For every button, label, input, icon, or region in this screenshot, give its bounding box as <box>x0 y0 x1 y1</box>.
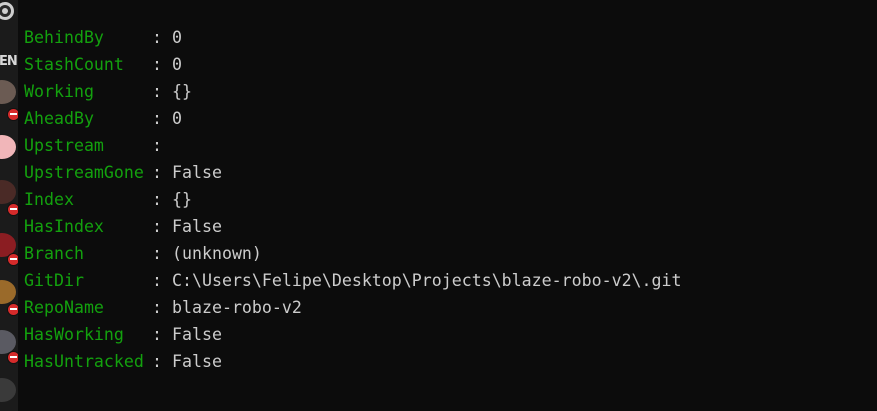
property-key: HasWorking <box>24 325 124 344</box>
property-separator: : <box>152 244 162 263</box>
property-row: AheadBy:0 <box>24 105 682 132</box>
settings-gear-icon[interactable] <box>0 2 14 20</box>
avatar-gold-icon[interactable] <box>0 280 16 304</box>
property-row: Upstream: <box>24 132 682 159</box>
taskbar-strip: EN <box>0 0 18 411</box>
property-row: UpstreamGone: False <box>24 159 682 186</box>
property-value: 0 <box>172 28 182 47</box>
property-value: C:\Users\Felipe\Desktop\Projects\blaze-r… <box>172 271 682 290</box>
property-row: Branch: (unknown) <box>24 240 682 267</box>
property-key: HasIndex <box>24 217 104 236</box>
property-value: 0 <box>172 109 182 128</box>
avatar-dark-icon[interactable] <box>0 80 16 104</box>
property-value: False <box>172 352 222 371</box>
property-value: False <box>172 163 222 182</box>
terminal-output[interactable]: BehindBy:0 StashCount:0 Working:{} AheadBy:… <box>24 24 682 375</box>
property-value: False <box>172 217 222 236</box>
property-key: Upstream <box>24 136 104 155</box>
property-value: blaze-robo-v2 <box>172 298 302 317</box>
property-separator: : <box>152 271 162 290</box>
avatar-pink-icon[interactable] <box>0 135 16 159</box>
property-separator: : <box>152 109 162 128</box>
property-row: StashCount:0 <box>24 51 682 78</box>
property-key: StashCount <box>24 55 124 74</box>
badge-icon <box>7 253 18 266</box>
property-value: 0 <box>172 55 182 74</box>
property-row: RepoName: blaze-robo-v2 <box>24 294 682 321</box>
property-value: False <box>172 325 222 344</box>
property-separator: : <box>152 136 162 155</box>
property-value: {} <box>172 190 192 209</box>
property-separator: : <box>152 298 162 317</box>
badge-icon <box>7 203 18 216</box>
property-row: GitDir: C:\Users\Felipe\Desktop\Projects\… <box>24 267 682 294</box>
property-separator: : <box>152 82 162 101</box>
property-row: HasIndex: False <box>24 213 682 240</box>
property-separator: : <box>152 190 162 209</box>
property-value: {} <box>172 82 192 101</box>
property-row: Index: {} <box>24 186 682 213</box>
avatar-dark2-icon[interactable] <box>0 378 16 402</box>
property-key: Index <box>24 190 74 209</box>
property-row: Working: {} <box>24 78 682 105</box>
property-separator: : <box>152 55 162 74</box>
property-separator: : <box>152 352 162 371</box>
property-separator: : <box>152 28 162 47</box>
property-key: UpstreamGone <box>24 163 144 182</box>
property-row: HasWorking: False <box>24 321 682 348</box>
property-key: BehindBy <box>24 28 104 47</box>
property-row: HasUntracked: False <box>24 348 682 375</box>
badge-icon <box>7 108 18 121</box>
property-separator: : <box>152 325 162 344</box>
property-key: RepoName <box>24 298 104 317</box>
avatar-hair-icon[interactable] <box>0 180 16 204</box>
property-key: Branch <box>24 244 84 263</box>
property-row: BehindBy:0 <box>24 24 682 51</box>
property-separator: : <box>152 163 162 182</box>
property-key: Working <box>24 82 94 101</box>
property-separator: : <box>152 217 162 236</box>
badge-icon <box>7 351 18 364</box>
property-key: AheadBy <box>24 109 94 128</box>
property-key: GitDir <box>24 271 84 290</box>
strip-label: EN <box>0 54 18 69</box>
property-value: (unknown) <box>172 244 262 263</box>
property-key: HasUntracked <box>24 352 144 371</box>
badge-icon <box>7 303 18 316</box>
terminal-window: EN BehindBy:0 StashCount:0 Working:{} Ahead… <box>0 0 877 411</box>
